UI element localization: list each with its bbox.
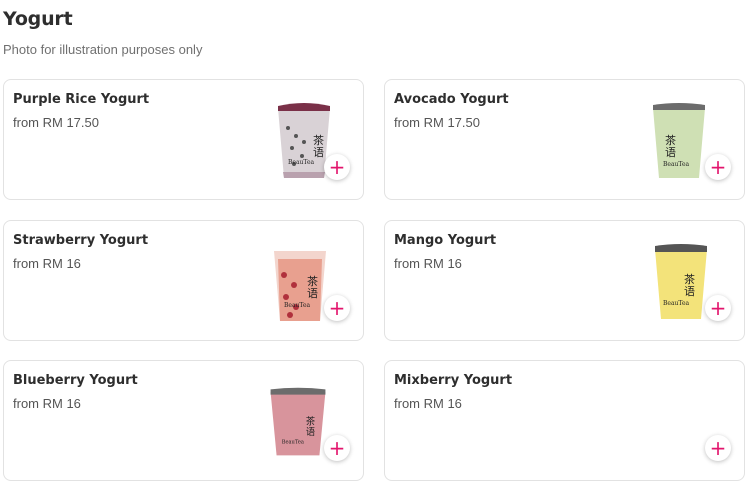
mango-yogurt-cup-image: 茶 语 BeauTea [655,244,707,319]
add-to-cart-button[interactable]: + [324,435,350,461]
menu-item-card[interactable]: Mixberry Yogurt from RM 16 + [384,360,745,481]
menu-item-card[interactable]: Blueberry Yogurt from RM 16 茶 语 BeauTea … [3,360,364,481]
add-to-cart-button[interactable]: + [324,154,350,180]
svg-text:语: 语 [307,287,318,300]
avocado-yogurt-cup-image: 茶 语 BeauTea [653,103,705,178]
add-to-cart-button[interactable]: + [324,295,350,321]
menu-item-card[interactable]: Strawberry Yogurt from RM 16 茶 语 BeauTea… [3,220,364,341]
svg-text:茶: 茶 [306,416,316,428]
item-name: Mixberry Yogurt [394,373,513,388]
item-name: Mango Yogurt [394,233,497,248]
svg-text:语: 语 [665,146,676,159]
item-price: from RM 17.50 [13,115,99,130]
svg-text:BeauTea: BeauTea [288,159,314,166]
item-price: from RM 16 [394,396,462,411]
svg-text:语: 语 [313,146,324,159]
item-name: Avocado Yogurt [394,92,509,107]
plus-icon: + [328,155,346,179]
plus-icon: + [328,296,346,320]
svg-text:语: 语 [684,285,695,298]
item-name: Strawberry Yogurt [13,233,149,248]
menu-grid: Purple Rice Yogurt from RM 17.50 茶 语 Bea… [0,0,749,484]
item-name: Purple Rice Yogurt [13,92,150,107]
svg-text:BeauTea: BeauTea [663,161,689,168]
svg-text:BeauTea: BeauTea [663,300,689,307]
plus-icon: + [709,155,727,179]
blueberry-yogurt-cup-image: 茶 语 BeauTea [270,387,326,456]
menu-item-card[interactable]: Mango Yogurt from RM 16 茶 语 BeauTea + [384,220,745,341]
svg-text:BeauTea: BeauTea [284,302,310,309]
add-to-cart-button[interactable]: + [705,435,731,461]
item-price: from RM 16 [394,256,462,271]
item-price: from RM 16 [13,256,81,271]
menu-item-card[interactable]: Avocado Yogurt from RM 17.50 茶 语 BeauTea… [384,79,745,200]
strawberry-yogurt-cup-image: 茶 语 BeauTea [274,251,326,321]
svg-text:BeauTea: BeauTea [282,439,304,445]
plus-icon: + [328,436,346,460]
item-name: Blueberry Yogurt [13,373,138,388]
menu-item-card[interactable]: Purple Rice Yogurt from RM 17.50 茶 语 Bea… [3,79,364,200]
add-to-cart-button[interactable]: + [705,295,731,321]
add-to-cart-button[interactable]: + [705,154,731,180]
item-price: from RM 16 [13,396,81,411]
item-price: from RM 17.50 [394,115,480,130]
svg-text:语: 语 [306,427,315,438]
plus-icon: + [709,436,727,460]
plus-icon: + [709,296,727,320]
